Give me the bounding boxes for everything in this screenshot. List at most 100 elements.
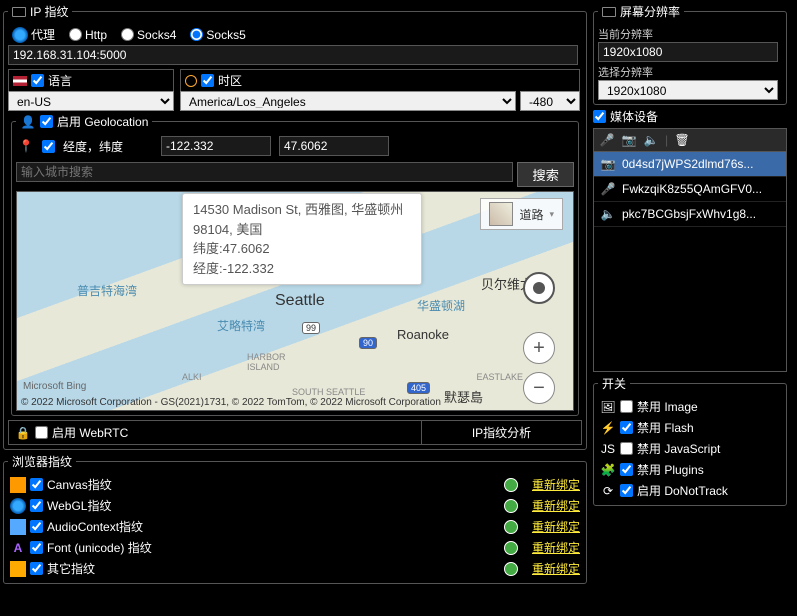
resolution-select[interactable]: 1920x1080 <box>598 80 778 100</box>
geolocation-title: 启用 Geolocation <box>57 113 148 130</box>
geolocation-panel: 👤 启用 Geolocation 📍 经度，纬度 搜索 <box>11 113 579 416</box>
switch-checkbox[interactable] <box>620 421 633 434</box>
screen-res-title: 屏幕分辨率 <box>620 3 680 20</box>
proxy-socks4-option[interactable]: Socks4 <box>121 28 176 42</box>
switch-checkbox[interactable] <box>620 400 633 413</box>
timezone-select[interactable]: America/Los_Angeles <box>180 91 516 111</box>
rebind-link[interactable]: 重新绑定 <box>532 476 580 493</box>
switches-title: 开关 <box>598 375 630 392</box>
switch-checkbox[interactable] <box>620 484 633 497</box>
current-res-value <box>598 42 778 62</box>
timezone-offset-select[interactable]: -480 <box>520 91 580 111</box>
switch-item: 🧩 禁用 Plugins <box>598 459 782 480</box>
rebind-link[interactable]: 重新绑定 <box>532 518 580 535</box>
map-water-pjs: 普吉特海湾 <box>77 282 137 299</box>
proxy-agent-option[interactable]: 代理 <box>12 26 55 43</box>
trash-icon[interactable]: 🗑 <box>674 132 690 148</box>
fp-checkbox[interactable] <box>30 478 43 491</box>
fp-label: Font (unicode) 指纹 <box>47 539 500 556</box>
media-devices-title: 媒体设备 <box>610 108 658 125</box>
speaker-icon[interactable]: 🔈 <box>643 132 659 148</box>
proxy-type-row: 代理 Http Socks4 Socks5 <box>8 24 582 45</box>
plug-icon: 🧩 <box>600 462 616 478</box>
media-device-item[interactable]: 🎤FwkzqiK8z55QAmGFV0... <box>594 177 786 202</box>
switch-item: JS禁用 JavaScript <box>598 438 782 459</box>
note-icon <box>10 519 26 535</box>
media-device-item[interactable]: 📷0d4sd7jWPS2dlmd76s... <box>594 152 786 177</box>
timezone-checkbox[interactable] <box>201 74 214 87</box>
media-device-list: 📷0d4sd7jWPS2dlmd76s...🎤FwkzqiK8z55QAmGFV… <box>593 152 787 372</box>
mic-icon: 🎤 <box>600 181 616 197</box>
fp-checkbox[interactable] <box>30 499 43 512</box>
webrtc-checkbox[interactable] <box>35 426 48 439</box>
rebind-link[interactable]: 重新绑定 <box>532 539 580 556</box>
mic-icon[interactable]: 🎤 <box>599 132 615 148</box>
fp-checkbox[interactable] <box>30 520 43 533</box>
media-devices-checkbox[interactable] <box>593 110 606 123</box>
map-city-roanoke: Roanoke <box>397 327 449 342</box>
proxy-socks5-option[interactable]: Socks5 <box>190 28 245 42</box>
rebind-link[interactable]: 重新绑定 <box>532 560 580 577</box>
map-area-harbor: HARBOR ISLAND <box>247 352 286 372</box>
switch-label: 禁用 Image <box>637 398 698 415</box>
flag-icon <box>13 76 27 86</box>
longitude-input[interactable] <box>161 136 271 156</box>
rebind-link[interactable]: 重新绑定 <box>532 497 580 514</box>
media-device-name: pkc7BCGbsjFxWhv1g8... <box>622 207 756 221</box>
img-icon: 🖼 <box>600 399 616 415</box>
fp-checkbox[interactable] <box>30 541 43 554</box>
proxy-address-input[interactable] <box>8 45 578 65</box>
media-device-name: 0d4sd7jWPS2dlmd76s... <box>622 157 753 171</box>
geolocation-checkbox[interactable] <box>40 115 53 128</box>
tool-icon <box>10 561 26 577</box>
proxy-http-option[interactable]: Http <box>69 28 107 42</box>
ip-fp-title: IP 指纹 <box>30 3 68 20</box>
latitude-input[interactable] <box>279 136 389 156</box>
map-type-control[interactable]: 道路 ▾ <box>480 198 563 230</box>
search-button[interactable]: 搜索 <box>517 162 574 187</box>
monitor-icon <box>12 7 26 17</box>
fp-label: Canvas指纹 <box>47 476 500 493</box>
dnt-icon: ⟳ <box>600 483 616 499</box>
language-select[interactable]: en-US <box>8 91 174 111</box>
current-res-label: 当前分辨率 <box>598 26 782 42</box>
ip-fingerprint-panel: IP 指纹 代理 Http Socks4 Socks5 <box>3 3 587 450</box>
map-zoom-out[interactable]: − <box>523 372 555 404</box>
switch-checkbox[interactable] <box>620 463 633 476</box>
globe-icon <box>10 498 26 514</box>
city-search-input[interactable] <box>16 162 513 182</box>
camera-icon[interactable]: 📷 <box>621 132 637 148</box>
media-toolbar: 🎤 📷 🔈 | 🗑 <box>593 128 787 152</box>
browser-fp-title: 浏览器指纹 <box>8 453 76 470</box>
map-zoom-in[interactable]: + <box>523 332 555 364</box>
map-city-mercer: 默瑟島 <box>444 387 483 406</box>
browser-fingerprint-panel: 浏览器指纹 Canvas指纹重新绑定WebGL指纹重新绑定AudioContex… <box>3 453 587 584</box>
status-ok-icon <box>504 541 518 555</box>
language-checkbox[interactable] <box>31 74 44 87</box>
switch-label: 禁用 Plugins <box>637 461 704 478</box>
map-attribution: © 2022 Microsoft Corporation - GS(2021)1… <box>21 397 441 408</box>
webrtc-label: 启用 WebRTC <box>52 424 128 441</box>
map-area-alki: ALKI <box>182 372 202 382</box>
chevron-down-icon: ▾ <box>549 209 554 220</box>
select-res-label: 选择分辨率 <box>598 64 782 80</box>
map-hwy-405: 405 <box>407 382 430 394</box>
switch-checkbox[interactable] <box>620 442 633 455</box>
map[interactable]: 14530 Madison St, 西雅图, 华盛顿州 98104, 美国 纬度… <box>16 191 574 411</box>
status-ok-icon <box>504 520 518 534</box>
lock-icon: 🔒 <box>15 425 31 441</box>
fp-item: AudioContext指纹 重新绑定 <box>8 516 582 537</box>
coords-checkbox[interactable] <box>42 140 55 153</box>
map-locate-button[interactable] <box>523 272 555 304</box>
map-area-eastlake: EASTLAKE <box>476 372 523 382</box>
switch-item: ⚡禁用 Flash <box>598 417 782 438</box>
ip-analyze-button[interactable]: IP指纹分析 <box>421 421 581 444</box>
media-device-item[interactable]: 🔈pkc7BCGbsjFxWhv1g8... <box>594 202 786 227</box>
fp-label: AudioContext指纹 <box>47 518 500 535</box>
fp-item: 其它指纹重新绑定 <box>8 558 582 579</box>
map-water-hwdh: 华盛顿湖 <box>417 297 465 314</box>
map-hwy-90: 90 <box>359 337 377 349</box>
map-area-south: SOUTH SEATTLE <box>292 387 365 397</box>
fp-checkbox[interactable] <box>30 562 43 575</box>
switch-label: 禁用 JavaScript <box>637 440 720 457</box>
